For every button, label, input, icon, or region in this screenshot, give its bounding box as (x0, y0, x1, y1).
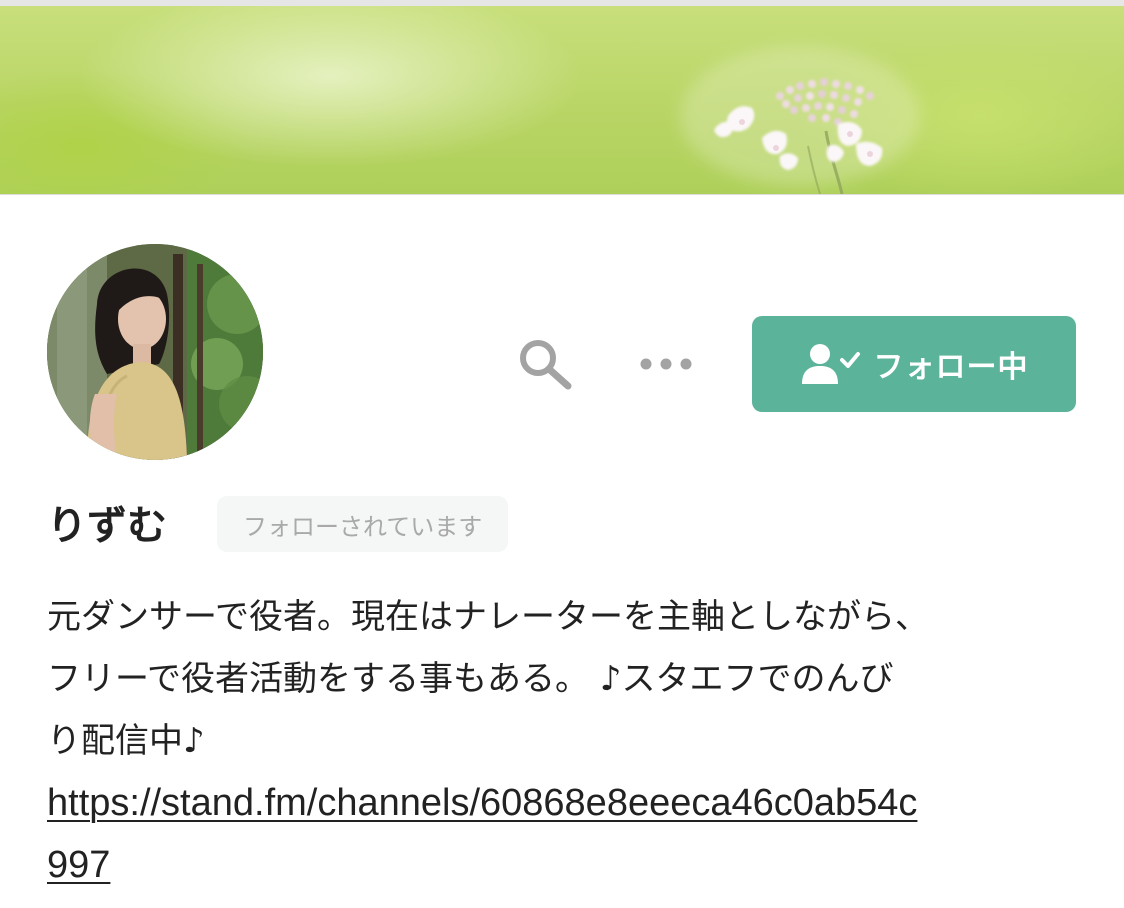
profile-bio: 元ダンサーで役者。現在はナレーターを主軸としながら、 フリーで役者活動をする事も… (47, 586, 1087, 896)
following-button-label: フォロー中 (873, 350, 1029, 385)
banner-divider (0, 194, 1124, 195)
person-check-icon (800, 342, 862, 386)
follows-you-badge: フォローされています (217, 496, 509, 552)
avatar[interactable] (47, 244, 263, 460)
search-icon (520, 340, 572, 390)
bio-line: 元ダンサーで役者。現在はナレーターを主軸としながら、 (47, 597, 929, 637)
hydrangea-image (680, 46, 920, 194)
profile-page: フォロー中 りずむ フォローされています 元ダンサーで役者。現在はナレーターを主… (0, 0, 1124, 908)
avatar-photo (47, 244, 263, 460)
bio-line: り配信中♪ (47, 721, 205, 761)
following-button[interactable]: フォロー中 (752, 316, 1076, 412)
channel-link[interactable]: https://stand.fm/channels/60868e8eeeca46… (47, 772, 1087, 834)
more-options-button[interactable] (636, 344, 700, 384)
bio-line: フリーで役者活動をする事もある。 ♪スタエフでのんび (47, 659, 894, 699)
channel-link-continued[interactable]: 997 (47, 834, 1087, 896)
profile-name: りずむ (47, 503, 167, 549)
search-button[interactable] (514, 334, 578, 394)
more-dots-icon (640, 358, 692, 370)
header-banner-image (0, 6, 1124, 194)
